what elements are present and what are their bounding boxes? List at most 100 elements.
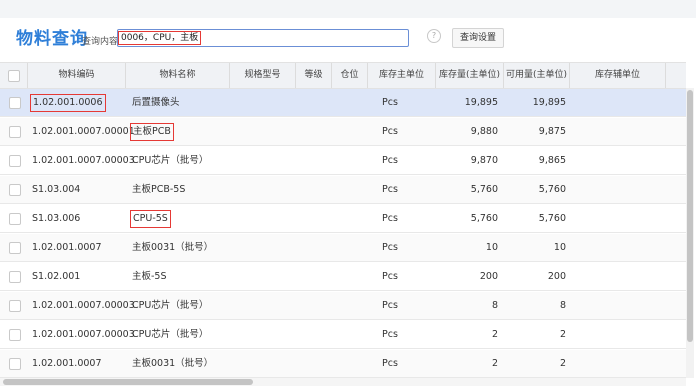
cell-unit: Pcs	[380, 118, 400, 145]
cell-name-text: 主板PCB-5S	[132, 184, 186, 195]
cell-name-text: 主板0031（批号）	[132, 358, 214, 369]
row-checkbox[interactable]	[9, 155, 21, 167]
cell-avail-qty-text: 2	[559, 329, 566, 340]
cell-code: S1.02.001	[30, 263, 82, 290]
cell-name: 主板-5S	[130, 263, 169, 290]
cell-code-text: 1.02.001.0006	[30, 94, 106, 112]
cell-unit: Pcs	[380, 321, 400, 348]
header-bar: 物料查询 查询内容 0006，CPU，主板 ? 查询设置	[0, 18, 696, 58]
table-row[interactable]: S1.02.001 主板-5S Pcs 200 200	[0, 263, 686, 291]
cell-stock-qty-text: 2	[491, 358, 498, 369]
cell-name: 主板PCB	[130, 118, 174, 145]
cell-stock-qty: 2	[436, 350, 500, 377]
table-row[interactable]: S1.03.004 主板PCB-5S Pcs 5,760 5,760	[0, 176, 686, 204]
header-select-cell	[0, 63, 28, 88]
row-checkbox[interactable]	[9, 242, 21, 254]
col-header-spec[interactable]: 规格型号	[230, 63, 296, 88]
cell-code-text: S1.03.004	[32, 184, 81, 195]
help-icon[interactable]: ?	[427, 29, 441, 43]
cell-name-text: CPU芯片（批号）	[132, 329, 209, 340]
col-header-unit[interactable]: 库存主单位	[368, 63, 436, 88]
cell-unit-text: Pcs	[382, 97, 398, 108]
vertical-scrollbar[interactable]	[686, 88, 694, 378]
cell-code: 1.02.001.0007.00003	[30, 147, 137, 174]
material-grid: 物料编码 物料名称 规格型号 等级 仓位 库存主单位 库存量(主单位) 可用量(…	[0, 62, 696, 388]
grid-header: 物料编码 物料名称 规格型号 等级 仓位 库存主单位 库存量(主单位) 可用量(…	[0, 62, 686, 89]
cell-name-text: 主板-5S	[132, 271, 167, 282]
col-header-code[interactable]: 物料编码	[28, 63, 126, 88]
cell-code: 1.02.001.0007	[30, 234, 104, 261]
horizontal-scrollbar-thumb[interactable]	[3, 379, 253, 385]
query-settings-button[interactable]: 查询设置	[452, 28, 504, 48]
cell-unit: Pcs	[380, 89, 400, 116]
cell-name-text: 后置摄像头	[132, 97, 180, 108]
cell-name-text: 主板0031（批号）	[132, 242, 214, 253]
col-header-location[interactable]: 仓位	[332, 63, 368, 88]
row-checkbox[interactable]	[9, 213, 21, 225]
cell-avail-qty: 5,760	[504, 176, 568, 203]
col-header-grade[interactable]: 等级	[296, 63, 332, 88]
cell-code: S1.03.004	[30, 176, 82, 203]
cell-name-text: CPU-5S	[130, 210, 171, 228]
cell-code-text: 1.02.001.0007.00003	[32, 300, 135, 311]
cell-name: 主板0031（批号）	[130, 350, 215, 377]
cell-stock-qty-text: 9,870	[470, 155, 498, 166]
cell-avail-qty: 200	[504, 263, 568, 290]
horizontal-scrollbar[interactable]	[0, 378, 686, 386]
cell-unit-text: Pcs	[382, 329, 398, 340]
cell-unit-text: Pcs	[382, 242, 398, 253]
cell-avail-qty-text: 9,875	[538, 126, 566, 137]
row-checkbox[interactable]	[9, 97, 21, 109]
table-row[interactable]: 1.02.001.0007 主板0031（批号） Pcs 10 10	[0, 234, 686, 262]
row-checkbox[interactable]	[9, 184, 21, 196]
select-all-checkbox[interactable]	[8, 70, 20, 82]
cell-stock-qty: 19,895	[436, 89, 500, 116]
cell-stock-qty: 5,760	[436, 176, 500, 203]
search-input[interactable]: 0006，CPU，主板	[117, 29, 409, 47]
table-row[interactable]: 1.02.001.0007.00001 主板PCB Pcs 9,880 9,87…	[0, 118, 686, 146]
cell-avail-qty-text: 8	[559, 300, 566, 311]
row-checkbox[interactable]	[9, 271, 21, 283]
col-header-avail-qty[interactable]: 可用量(主单位)	[504, 63, 570, 88]
col-header-stock-qty[interactable]: 库存量(主单位)	[436, 63, 504, 88]
row-checkbox[interactable]	[9, 300, 21, 312]
cell-avail-qty: 8	[504, 292, 568, 319]
cell-unit: Pcs	[380, 147, 400, 174]
row-checkbox[interactable]	[9, 126, 21, 138]
cell-avail-qty-text: 5,760	[538, 184, 566, 195]
cell-unit-text: Pcs	[382, 358, 398, 369]
cell-name-text: CPU芯片（批号）	[132, 155, 209, 166]
cell-code: 1.02.001.0006	[30, 89, 106, 116]
cell-stock-qty: 200	[436, 263, 500, 290]
cell-code-text: 1.02.001.0007.00001	[32, 126, 135, 137]
table-row[interactable]: 1.02.001.0007.00003 CPU芯片（批号） Pcs 8 8	[0, 292, 686, 320]
cell-unit-text: Pcs	[382, 126, 398, 137]
cell-name: 后置摄像头	[130, 89, 182, 116]
cell-stock-qty: 9,880	[436, 118, 500, 145]
cell-name-text: 主板PCB	[130, 123, 174, 141]
vertical-scrollbar-thumb[interactable]	[687, 90, 693, 342]
row-checkbox[interactable]	[9, 329, 21, 341]
cell-name: 主板0031（批号）	[130, 234, 215, 261]
cell-code-text: 1.02.001.0007.00003	[32, 329, 135, 340]
table-row[interactable]: 1.02.001.0007 主板0031（批号） Pcs 2 2	[0, 350, 686, 378]
cell-code: S1.03.006	[30, 205, 82, 232]
cell-stock-qty-text: 10	[485, 242, 498, 253]
table-row[interactable]: 1.02.001.0007.00003 CPU芯片（批号） Pcs 2 2	[0, 321, 686, 349]
col-header-aux-unit[interactable]: 库存辅单位	[570, 63, 666, 88]
col-header-name[interactable]: 物料名称	[126, 63, 230, 88]
cell-code: 1.02.001.0007.00001	[30, 118, 137, 145]
table-row[interactable]: S1.03.006 CPU-5S Pcs 5,760 5,760	[0, 205, 686, 233]
cell-stock-qty-text: 19,895	[464, 97, 498, 108]
cell-avail-qty-text: 10	[553, 242, 566, 253]
cell-stock-qty-text: 5,760	[470, 184, 498, 195]
row-checkbox[interactable]	[9, 358, 21, 370]
cell-stock-qty: 8	[436, 292, 500, 319]
cell-name: CPU芯片（批号）	[130, 292, 210, 319]
table-row[interactable]: 1.02.001.0007.00003 CPU芯片（批号） Pcs 9,870 …	[0, 147, 686, 175]
search-value[interactable]: 0006，CPU，主板	[118, 31, 202, 45]
search-label: 查询内容	[82, 37, 119, 47]
table-row[interactable]: 1.02.001.0006 后置摄像头 Pcs 19,895 19,895	[0, 89, 686, 117]
cell-avail-qty-text: 2	[559, 358, 566, 369]
cell-stock-qty: 5,760	[436, 205, 500, 232]
